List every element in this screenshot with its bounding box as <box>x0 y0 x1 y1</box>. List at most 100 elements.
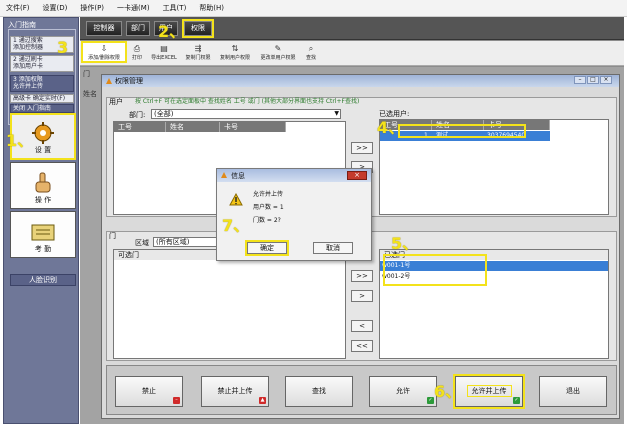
copy-door-permission-button[interactable]: ⇶ 复制门权限 <box>182 43 214 61</box>
guide-add-card[interactable]: 2 通过刷卡 添加用户卡 <box>10 55 74 72</box>
attendance-label: 考 勤 <box>34 245 52 253</box>
find-bottom-button[interactable]: 查找 <box>285 376 353 407</box>
allow-button[interactable]: 允许 ✓ <box>369 376 437 407</box>
message-close-icon[interactable]: × <box>347 171 367 180</box>
message-line-1: 允许并上传 <box>253 191 284 198</box>
background-door-label: 门 <box>83 70 90 78</box>
department-label: 部门: <box>129 111 146 119</box>
department-select[interactable]: (全部) ▼ <box>151 109 341 119</box>
copy-door-icon: ⇶ <box>194 44 202 53</box>
app-icon <box>106 78 112 84</box>
message-line-3: 门数 = 2? <box>253 217 281 224</box>
area-label: 区域 <box>135 239 149 247</box>
tab-permissions[interactable]: 权限 <box>182 19 214 38</box>
move-all-doors-left-button[interactable]: << <box>351 340 373 352</box>
attendance-button[interactable]: 考 勤 <box>10 211 76 258</box>
move-all-doors-right-button[interactable]: >> <box>351 270 373 282</box>
guide-realtime[interactable]: 高级卡 确定实时(F) <box>10 94 74 103</box>
close-icon[interactable]: × <box>600 76 612 84</box>
search-icon: ⌕ <box>308 44 314 53</box>
allow-upload-button[interactable]: 允许并上传 ✓ <box>453 374 525 409</box>
copy-user-label: 复制用户权限 <box>219 55 250 61</box>
warning-icon <box>229 193 243 206</box>
message-title-bar: 信息 × <box>217 169 371 182</box>
menu-bar: 文件(F) 设置(D) 操作(P) 一卡通(M) 工具(T) 帮助(H) <box>0 0 627 17</box>
operation-label: 操 作 <box>34 196 52 204</box>
change-single-user-label: 更改单用户权限 <box>260 55 296 61</box>
minimize-icon[interactable]: – <box>574 76 586 84</box>
add-permission-label: 添加/删除权限 <box>88 55 120 61</box>
menu-onecard[interactable]: 一卡通(M) <box>117 3 150 13</box>
change-single-user-permission-button[interactable]: ✎ 更改单用户权限 <box>256 43 300 61</box>
maximize-icon[interactable]: □ <box>587 76 599 84</box>
dialog-title: 权限管理 <box>115 77 143 85</box>
excel-icon: ▤ <box>160 44 168 53</box>
guide-close[interactable]: 关闭 入门指南 <box>10 104 74 113</box>
move-door-left-button[interactable]: < <box>351 320 373 332</box>
copy-user-permission-button[interactable]: ⇅ 复制用户权限 <box>216 43 254 61</box>
forbid-label: 禁止 <box>142 387 156 395</box>
forbid-upload-button[interactable]: 禁止并上传 ▲ <box>201 376 269 407</box>
user-group-label: 用户 <box>109 98 123 106</box>
menu-settings[interactable]: 设置(D) <box>43 3 68 13</box>
move-door-right-button[interactable]: > <box>351 290 373 302</box>
copy-door-label: 复制门权限 <box>185 55 211 61</box>
export-excel-label: 导出EXCEL <box>151 55 177 61</box>
app-icon <box>221 172 227 178</box>
message-title: 信息 <box>231 172 245 180</box>
action-bar: 禁止 – 禁止并上传 ▲ 查找 允许 ✓ 允许并上传 ✓ 退出 <box>106 365 617 415</box>
annotation-step-7: 7、 <box>222 216 250 235</box>
sidebar: 入门指南 1 通过搜索 添加控制器 2 通过刷卡 添加用户卡 3 添加权限 允许… <box>3 17 79 424</box>
print-label: 打印 <box>131 55 142 61</box>
edit-pen-icon: ✎ <box>274 44 282 53</box>
menu-tools[interactable]: 工具(T) <box>163 3 187 13</box>
highlight-selected-doors <box>383 254 487 286</box>
operation-button[interactable]: 操 作 <box>10 162 76 209</box>
menu-file[interactable]: 文件(F) <box>6 3 30 13</box>
tab-departments[interactable]: 部门 <box>126 21 150 36</box>
ctrl-f-hint: 按 Ctrl+F 可在选定面板中 查找姓名 工号 或门 (其他大部分界面也支持 … <box>135 98 360 105</box>
print-button[interactable]: ⎙ 打印 <box>128 43 146 61</box>
upload-allow-icon: ✓ <box>513 397 520 404</box>
background-name-label: 姓名 <box>83 90 97 98</box>
annotation-step-4: 4、 <box>377 118 405 137</box>
message-line-2: 用户数 = 1 <box>253 204 284 211</box>
printer-icon: ⎙ <box>133 44 141 53</box>
allow-check-icon: ✓ <box>427 397 434 404</box>
guide-add-permission[interactable]: 3 添加权限 允许并上传 <box>10 75 74 92</box>
department-value: (全部) <box>154 110 174 118</box>
door-group-label: 门 <box>109 232 116 240</box>
annotation-step-3: 3 <box>57 38 69 57</box>
user-col-card: 卡号 <box>220 122 286 132</box>
user-col-no: 工号 <box>114 122 166 132</box>
annotation-step-6: 6、 <box>434 382 462 401</box>
annotation-step-2: 2、 <box>158 22 186 41</box>
export-excel-button[interactable]: ▤ 导出EXCEL <box>147 43 181 61</box>
upload-forbid-icon: ▲ <box>259 397 266 404</box>
face-recognition-button[interactable]: 人脸识别 <box>10 274 76 286</box>
forbid-button[interactable]: 禁止 – <box>115 376 183 407</box>
hand-pointer-icon <box>35 172 51 193</box>
tab-controllers[interactable]: 控制器 <box>86 21 122 36</box>
available-users-header: 工号 姓名 卡号 <box>114 122 286 132</box>
allow-label: 允许 <box>396 387 410 395</box>
ok-button[interactable]: 确定 <box>245 240 289 256</box>
forbid-upload-label: 禁止并上传 <box>217 387 253 395</box>
dialog-title-bar: 权限管理 – □ × <box>102 75 619 87</box>
find-label: 查找 <box>305 55 316 61</box>
move-all-users-right-button[interactable]: >> <box>351 142 373 154</box>
annotation-step-1: 1、 <box>6 131 34 150</box>
area-value: (所有区域) <box>156 238 190 246</box>
cancel-button[interactable]: 取消 <box>313 242 353 254</box>
menu-operation[interactable]: 操作(P) <box>80 3 104 13</box>
area-select[interactable]: (所有区域) <box>153 237 217 247</box>
allow-upload-label: 允许并上传 <box>466 385 512 397</box>
annotation-step-5: 5、 <box>391 234 419 253</box>
available-doors-grid[interactable]: 可选门 <box>113 249 346 359</box>
exit-button[interactable]: 退出 <box>539 376 607 407</box>
add-delete-permission-button[interactable]: ⇩ 添加/删除权限 <box>81 41 127 63</box>
user-col-name: 姓名 <box>166 122 220 132</box>
menu-help[interactable]: 帮助(H) <box>199 3 224 13</box>
find-button[interactable]: ⌕ 查找 <box>303 43 319 61</box>
attendance-board-icon <box>31 224 55 241</box>
